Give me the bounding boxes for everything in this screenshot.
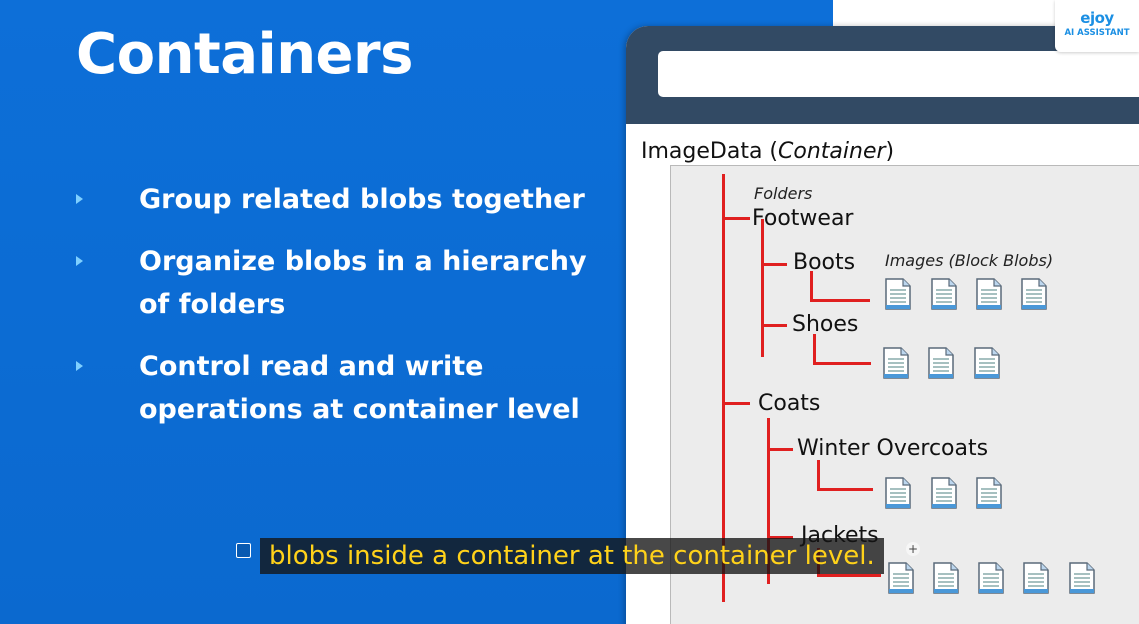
bullet-text: Group related blobs together <box>139 184 585 215</box>
ejoy-logo: ejoy <box>1080 9 1114 27</box>
blob-document-icon <box>928 347 954 379</box>
bullet-arrow-icon <box>76 361 83 371</box>
add-word-icon[interactable]: + <box>906 542 920 556</box>
branch-line <box>761 219 764 357</box>
branch-line <box>767 448 793 451</box>
bullet-list: Group related blobs together Organize bl… <box>76 178 596 450</box>
branch-line <box>817 488 873 491</box>
blob-document-icon <box>978 562 1004 594</box>
blob-document-icon <box>976 278 1002 310</box>
branch-line <box>817 460 820 491</box>
branch-line <box>761 324 787 327</box>
container-label: ImageData (Container) <box>641 139 895 164</box>
folder-shoes: Shoes <box>792 312 859 337</box>
folder-winter-overcoats: Winter Overcoats <box>797 436 989 461</box>
subtitle-caption[interactable]: blobs inside a container at the containe… <box>260 538 884 574</box>
branch-line <box>813 362 871 365</box>
blob-document-icon <box>931 278 957 310</box>
branch-line <box>813 334 816 365</box>
bullet-text: Control read and write operations at con… <box>139 351 580 425</box>
folder-coats: Coats <box>758 391 821 416</box>
blob-document-icon <box>885 278 911 310</box>
bullet-arrow-icon <box>76 194 83 204</box>
address-bar <box>658 51 1139 97</box>
bullet-text: Organize blobs in a hierarchy of folders <box>139 246 587 320</box>
blob-document-icon <box>1021 278 1047 310</box>
blob-document-icon <box>933 562 959 594</box>
images-caption: Images (Block Blobs) <box>885 251 1054 270</box>
container-tag: Container <box>778 139 886 164</box>
blob-document-icon <box>976 477 1002 509</box>
blob-document-icon <box>888 562 914 594</box>
folder-footwear: Footwear <box>752 206 854 231</box>
blob-document-icon <box>931 477 957 509</box>
branch-line <box>722 402 750 405</box>
bullet-item: Group related blobs together <box>76 178 596 221</box>
blob-document-icon <box>883 347 909 379</box>
bullet-item: Control read and write operations at con… <box>76 345 596 431</box>
branch-line <box>761 263 787 266</box>
blob-document-icon <box>885 477 911 509</box>
presentation-slide: Containers Group related blobs together … <box>0 0 1139 624</box>
branch-line <box>810 271 813 302</box>
bullet-item: Organize blobs in a hierarchy of folders <box>76 240 596 326</box>
blob-document-icon <box>974 347 1000 379</box>
container-name: ImageData <box>641 139 763 164</box>
branch-line <box>817 574 881 577</box>
slide-title: Containers <box>76 22 414 87</box>
folders-caption: Folders <box>754 184 813 203</box>
expand-caption-icon[interactable] <box>236 543 251 558</box>
branch-line <box>722 217 750 220</box>
branch-line <box>810 299 870 302</box>
folder-boots: Boots <box>793 250 856 275</box>
blob-document-icon <box>1069 562 1095 594</box>
ejoy-assistant-button[interactable]: ejoy AI ASSISTANT <box>1055 0 1139 52</box>
bullet-arrow-icon <box>76 256 83 266</box>
blob-document-icon <box>1023 562 1049 594</box>
ejoy-subtitle: AI ASSISTANT <box>1064 28 1130 38</box>
